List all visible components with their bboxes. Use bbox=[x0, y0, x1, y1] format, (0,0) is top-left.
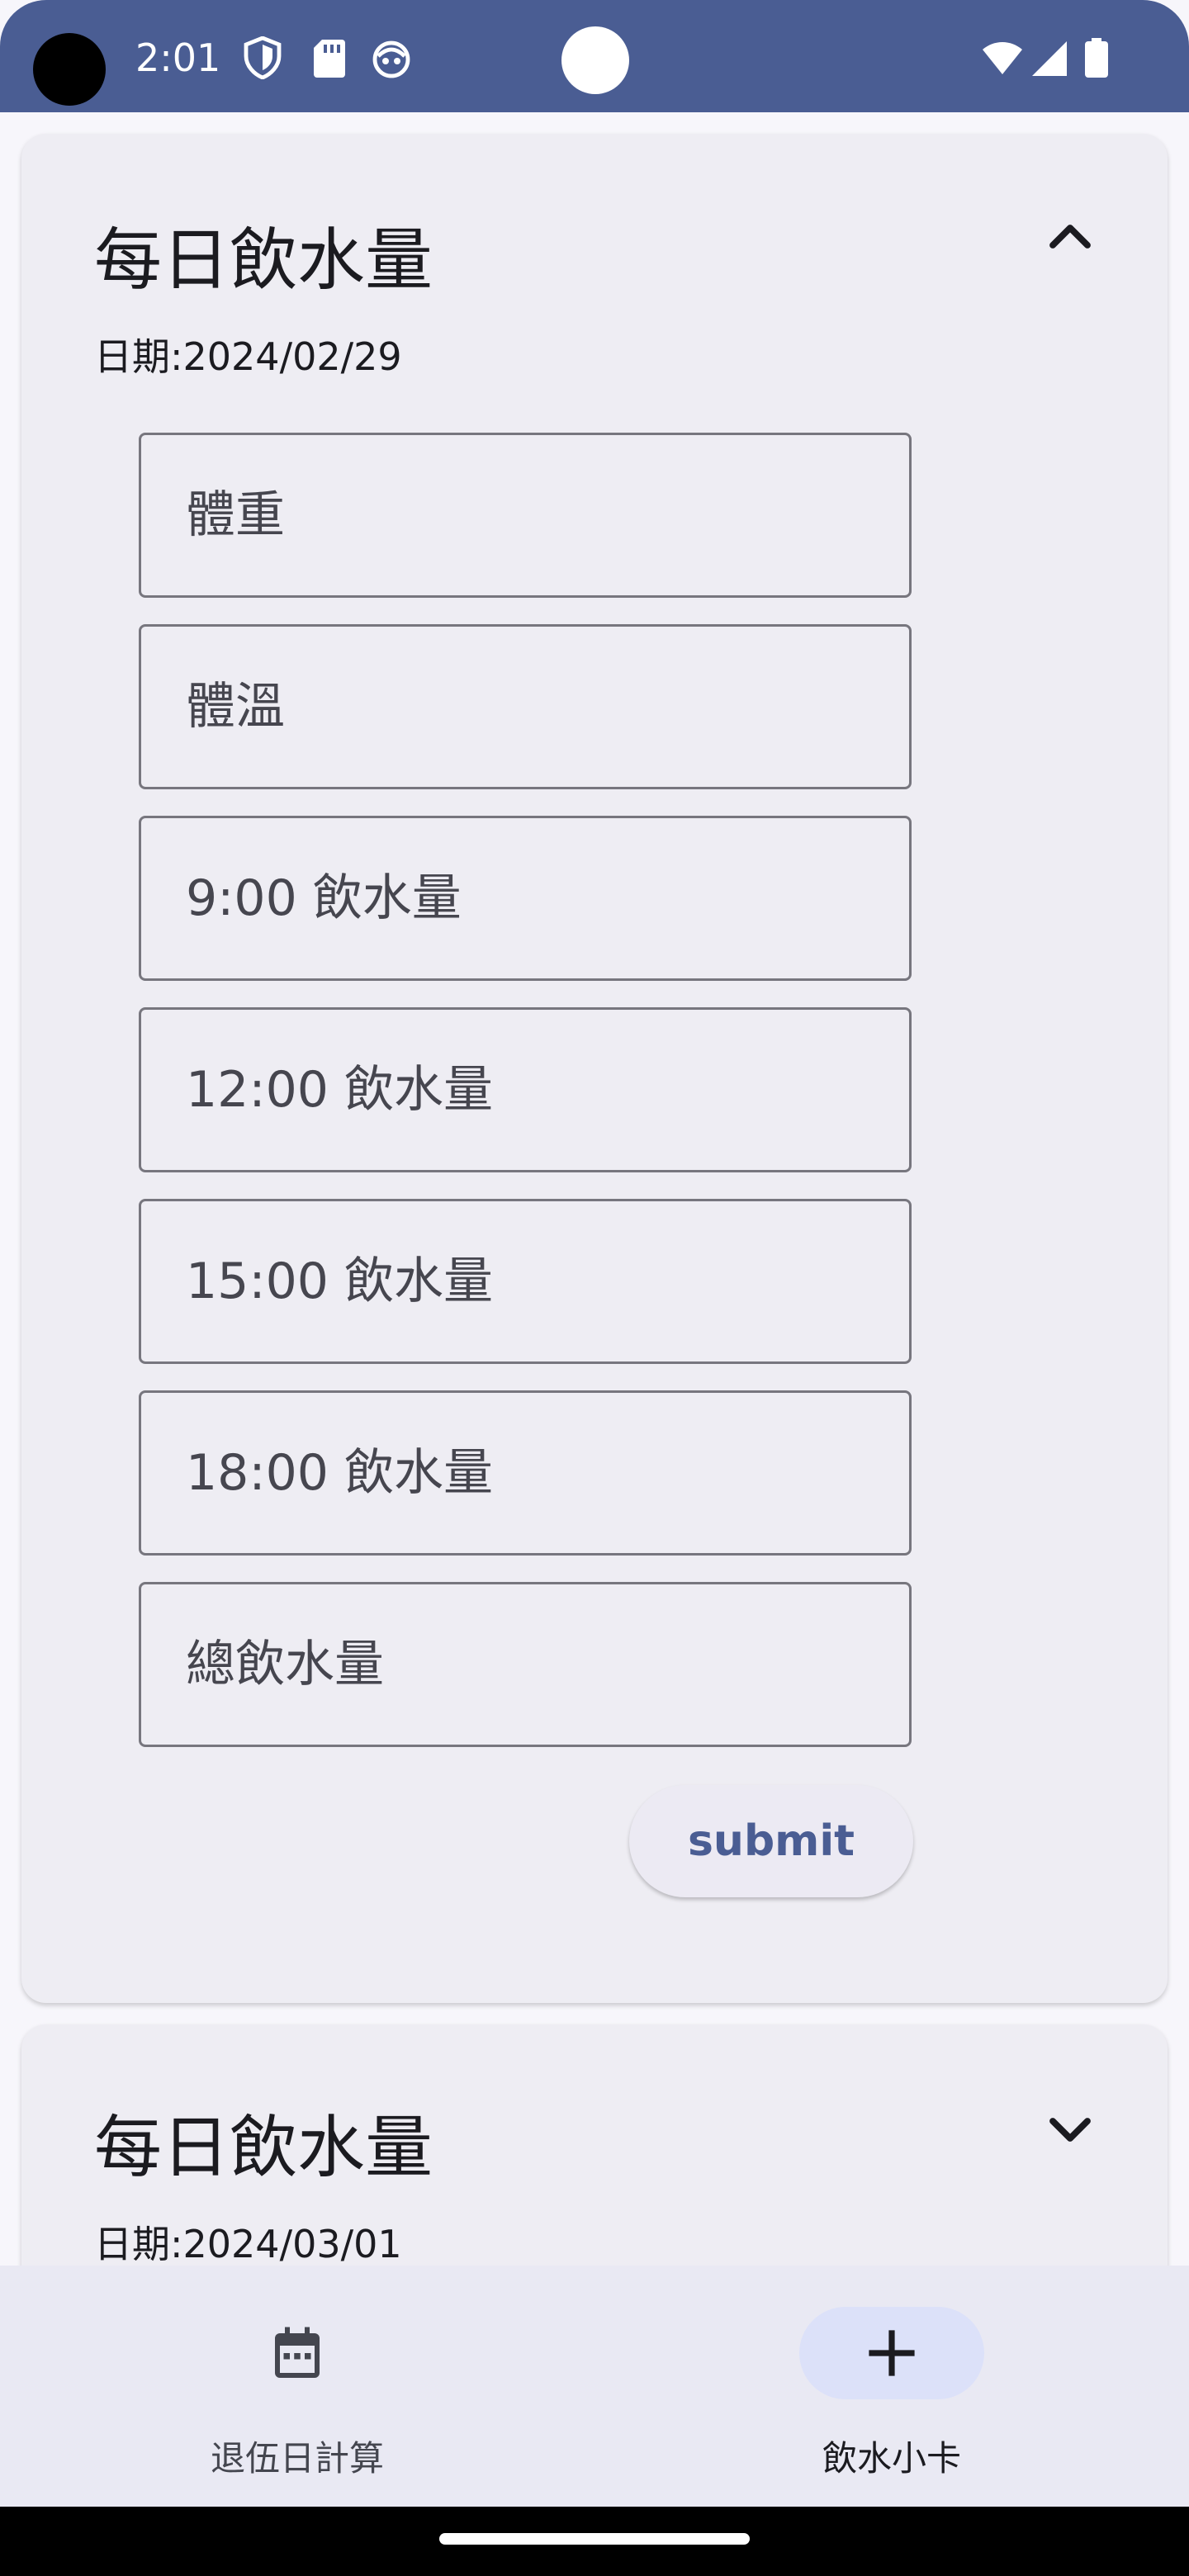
nav-label: 退伍日計算 bbox=[210, 2438, 384, 2479]
temperature-placeholder: 體溫 bbox=[186, 678, 285, 736]
submit-button[interactable]: submit bbox=[629, 1785, 913, 1897]
nav-item-water-card[interactable]: 飲水小卡 bbox=[594, 2266, 1189, 2507]
home-gesture-handle[interactable] bbox=[439, 2533, 750, 2545]
system-navigation-bar bbox=[0, 2507, 1189, 2576]
weight-placeholder: 體重 bbox=[186, 486, 285, 544]
water-card-collapsed[interactable]: 每日飲水量 日期:2024/03/01 bbox=[21, 2024, 1168, 2266]
shield-icon bbox=[244, 36, 282, 79]
bottom-navigation: 退伍日計算 飲水小卡 bbox=[0, 2266, 1189, 2507]
signal-icon bbox=[1032, 41, 1067, 76]
card-list[interactable]: 每日飲水量 日期:2024/02/29 體重 體溫 9:00 飲水量 12:00… bbox=[0, 112, 1189, 2266]
water-1200-placeholder: 12:00 飲水量 bbox=[186, 1061, 493, 1119]
card-title: 每日飲水量 bbox=[94, 221, 433, 300]
chevron-up-icon[interactable] bbox=[1040, 208, 1100, 268]
card-date: 日期:2024/02/29 bbox=[94, 334, 402, 379]
card-date: 日期:2024/03/01 bbox=[94, 2222, 402, 2266]
chevron-down-icon[interactable] bbox=[1040, 2099, 1100, 2158]
weight-field[interactable]: 體重 bbox=[139, 433, 912, 598]
water-1200-field[interactable]: 12:00 飲水量 bbox=[139, 1007, 912, 1172]
status-bar: 2:01 bbox=[0, 0, 1189, 112]
nav-indicator bbox=[205, 2307, 390, 2399]
wifi-icon bbox=[983, 42, 1022, 74]
status-time: 2:01 bbox=[135, 36, 221, 80]
nav-item-discharge-calculator[interactable]: 退伍日計算 bbox=[0, 2266, 594, 2507]
sd-card-icon bbox=[314, 40, 345, 78]
card-title: 每日飲水量 bbox=[94, 2109, 433, 2187]
battery-icon bbox=[1085, 38, 1108, 78]
water-1800-placeholder: 18:00 飲水量 bbox=[186, 1444, 493, 1502]
water-0900-field[interactable]: 9:00 飲水量 bbox=[139, 816, 912, 981]
add-icon bbox=[869, 2330, 915, 2376]
nav-label: 飲水小卡 bbox=[822, 2438, 961, 2479]
total-water-placeholder: 總飲水量 bbox=[186, 1636, 384, 1693]
android-face-icon bbox=[372, 40, 410, 78]
water-0900-placeholder: 9:00 飲水量 bbox=[186, 869, 462, 927]
water-card-expanded: 每日飲水量 日期:2024/02/29 體重 體溫 9:00 飲水量 12:00… bbox=[21, 134, 1168, 2003]
front-camera bbox=[561, 26, 629, 94]
temperature-field[interactable]: 體溫 bbox=[139, 624, 912, 789]
camera-cutout bbox=[33, 33, 106, 106]
calendar-icon bbox=[275, 2327, 320, 2378]
total-water-field[interactable]: 總飲水量 bbox=[139, 1582, 912, 1747]
nav-active-indicator bbox=[799, 2307, 984, 2399]
water-1500-field[interactable]: 15:00 飲水量 bbox=[139, 1199, 912, 1364]
water-1800-field[interactable]: 18:00 飲水量 bbox=[139, 1390, 912, 1556]
water-1500-placeholder: 15:00 飲水量 bbox=[186, 1252, 493, 1310]
